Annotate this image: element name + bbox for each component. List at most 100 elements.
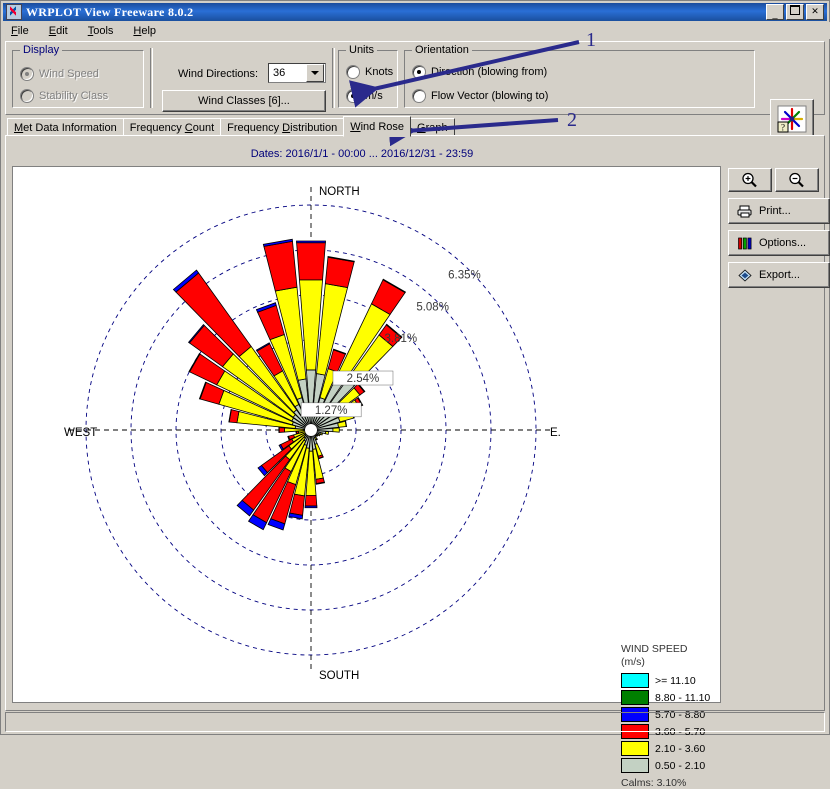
tab-met-data-rest: et Data Information <box>23 122 117 134</box>
wind-directions-dropdown[interactable]: 36 <box>268 63 326 83</box>
display-stability-class-radio[interactable]: Stability Class <box>20 89 108 103</box>
options-button[interactable]: Options... <box>728 230 830 256</box>
legend-row: 8.80 - 11.10 <box>621 690 721 705</box>
ring-label-2: 2.54% <box>347 373 380 385</box>
wind-directions-label: Wind Directions: <box>178 68 258 80</box>
zoom-out-icon <box>787 172 807 188</box>
display-stability-class-label: Stability Class <box>39 90 108 102</box>
printer-icon <box>737 204 753 218</box>
windrose-petal-segment <box>297 243 326 280</box>
windrose-petal-segment <box>296 241 325 243</box>
compass-label-south: SOUTH <box>319 670 359 682</box>
options-button-label: Options... <box>759 237 806 249</box>
wrplot-app-icon <box>6 4 22 20</box>
menu-help-rest: elp <box>141 25 156 37</box>
export-button-label: Export... <box>759 269 800 281</box>
maximize-button[interactable] <box>786 4 804 20</box>
windrose-center <box>305 424 317 436</box>
menu-file[interactable]: File <box>8 24 32 38</box>
tab-graph-rest: raph <box>426 122 448 134</box>
windrose-petal-segment <box>321 433 323 435</box>
windrose-petal-segment <box>264 241 297 291</box>
legend-swatch <box>621 741 649 756</box>
panel-divider-2 <box>332 48 335 108</box>
windrose-plot-area[interactable]: 1.27%2.54%3.81%5.08%6.35%NORTHE.SOUTHWES… <box>12 166 721 703</box>
orientation-group-label: Orientation <box>412 44 472 56</box>
menu-edit-rest: dit <box>56 25 68 37</box>
ring-label-3: 3.81% <box>384 333 417 345</box>
tab-wind-rose-rest: ind Rose <box>361 121 404 133</box>
display-group-label: Display <box>20 44 62 56</box>
legend-label: 2.10 - 3.60 <box>655 743 705 755</box>
tab-wind-rose[interactable]: Wind Rose <box>343 116 411 137</box>
print-button-label: Print... <box>759 205 791 217</box>
units-ms-radio[interactable]: m/s <box>346 89 383 103</box>
zoom-out-button[interactable] <box>775 168 819 192</box>
tab-bar: Met Data Information Frequency Count Fre… <box>7 118 454 136</box>
radio-dot-icon <box>20 89 34 103</box>
tab-met-data-information[interactable]: Met Data Information <box>7 118 124 136</box>
windrose-help-button[interactable]: ? <box>770 99 814 139</box>
menu-edit[interactable]: Edit <box>46 24 71 38</box>
title-bar: WRPLOT View Freeware 8.0.2 _ ✕ <box>3 3 827 21</box>
legend-label: 8.80 - 11.10 <box>655 692 710 704</box>
svg-text:?: ? <box>781 123 785 133</box>
ring-label-4: 5.08% <box>416 301 449 313</box>
windrose-chart: 1.27%2.54%3.81%5.08%6.35%NORTHE.SOUTHWES… <box>13 167 718 700</box>
units-ms-label: m/s <box>365 90 383 102</box>
units-group-label: Units <box>346 44 377 56</box>
print-button[interactable]: Print... <box>728 198 830 224</box>
tab-frequency-distribution[interactable]: Frequency Distribution <box>220 118 344 136</box>
menu-bar: File Edit Tools Help <box>3 22 830 39</box>
windrose-petal-segment <box>279 428 284 433</box>
windrose-petal-segment <box>333 428 339 432</box>
tab-freq-count-a: Frequency <box>130 122 185 134</box>
tab-freq-dist-a: Frequency <box>227 122 282 134</box>
orientation-flowvector-label: Flow Vector (blowing to) <box>431 90 548 102</box>
orientation-direction-label: Direction (blowing from) <box>431 66 547 78</box>
annotation-label-2: 2 <box>567 109 577 132</box>
legend-row: >= 11.10 <box>621 673 721 688</box>
display-wind-speed-label: Wind Speed <box>39 68 99 80</box>
options-panel: Display Wind Speed Stability Class Wind … <box>5 41 825 115</box>
windrose-petal-segment <box>305 495 317 506</box>
chevron-down-icon[interactable] <box>306 64 324 82</box>
minimize-button[interactable]: _ <box>766 4 784 20</box>
display-wind-speed-radio[interactable]: Wind Speed <box>20 67 99 81</box>
tab-frequency-count[interactable]: Frequency Count <box>123 118 221 136</box>
units-knots-radio[interactable]: Knots <box>346 65 393 79</box>
legend-swatch <box>621 673 649 688</box>
colors-icon <box>737 236 753 250</box>
legend-title: WIND SPEED <box>621 643 721 656</box>
close-button[interactable]: ✕ <box>806 4 824 20</box>
windrose-petal-segment <box>305 506 317 508</box>
zoom-in-button[interactable] <box>728 168 772 192</box>
export-button[interactable]: Export... <box>728 262 830 288</box>
menu-help[interactable]: Help <box>130 24 159 38</box>
tab-freq-count-b: ount <box>193 122 214 134</box>
tab-graph[interactable]: Graph <box>410 118 455 136</box>
export-icon <box>737 268 753 282</box>
annotation-label-1: 1 <box>586 29 596 52</box>
orientation-direction-radio[interactable]: Direction (blowing from) <box>412 65 547 79</box>
plot-tools: Print... Options... <box>728 168 820 294</box>
compass-label-west: WEST <box>64 427 97 439</box>
windrose-petal-segment <box>319 434 321 436</box>
menu-tools[interactable]: Tools <box>85 24 117 38</box>
status-bar <box>5 712 825 732</box>
windrose-help-icon: ? <box>777 105 807 133</box>
content-panel: Dates: 2016/1/1 - 00:00 ... 2016/12/31 -… <box>5 135 825 711</box>
orientation-flowvector-radio[interactable]: Flow Vector (blowing to) <box>412 89 548 103</box>
legend-swatch <box>621 690 649 705</box>
menu-file-rest: ile <box>18 25 29 37</box>
wind-directions-value: 36 <box>269 67 306 79</box>
wind-classes-button[interactable]: Wind Classes [6]... <box>162 90 326 112</box>
windrose-petal-segment <box>296 431 297 433</box>
radio-dot-icon <box>346 89 360 103</box>
radio-dot-icon <box>20 67 34 81</box>
units-knots-label: Knots <box>365 66 393 78</box>
ring-label-1: 1.27% <box>315 405 348 417</box>
compass-label-north: NORTH <box>319 186 360 198</box>
compass-label-east: E. <box>550 427 561 439</box>
windrose-petal-segment <box>325 257 354 287</box>
